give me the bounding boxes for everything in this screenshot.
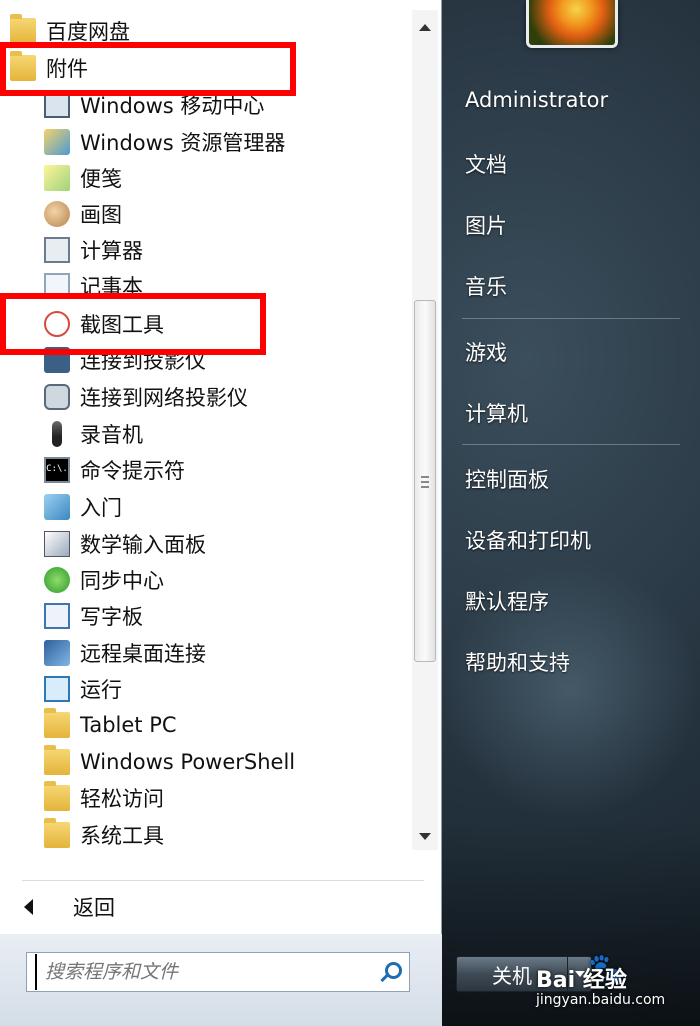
watermark-logo: Bai 经验	[536, 968, 627, 993]
sync-center-icon	[44, 567, 70, 593]
highlight-snipping-tool	[0, 293, 266, 355]
folder-icon	[44, 745, 70, 775]
program-label: 画图	[80, 203, 122, 227]
back-button[interactable]: 返回	[18, 890, 115, 924]
right-item-administrator[interactable]: Administrator	[465, 88, 608, 112]
right-item-pictures[interactable]: 图片	[465, 210, 507, 240]
paint-icon	[44, 201, 70, 227]
folder-ease-of-access[interactable]: 轻松访问	[44, 781, 164, 815]
program-network-projector[interactable]: 连接到网络投影仪	[44, 380, 248, 414]
back-label: 返回	[73, 896, 115, 920]
program-paint[interactable]: 画图	[44, 197, 122, 231]
folder-icon	[44, 818, 70, 848]
program-label: 写字板	[80, 605, 143, 629]
right-divider	[462, 318, 680, 319]
right-divider	[462, 444, 680, 445]
explorer-icon	[44, 129, 70, 155]
right-item-control-panel[interactable]: 控制面板	[465, 464, 549, 494]
program-label: 运行	[80, 678, 122, 702]
menu-divider	[22, 880, 424, 881]
highlight-accessories	[0, 42, 296, 96]
folder-icon	[10, 14, 36, 44]
run-icon	[44, 676, 70, 702]
all-programs-list: 百度网盘 附件 Windows 移动中心 Windows 资源管理器 便笺 画图…	[0, 0, 412, 858]
folder-system-tools[interactable]: 系统工具	[44, 818, 164, 852]
program-label: Windows PowerShell	[80, 750, 296, 774]
program-run[interactable]: 运行	[44, 672, 122, 706]
network-projector-icon	[44, 384, 70, 410]
program-sound-recorder[interactable]: 录音机	[44, 417, 143, 451]
search-box[interactable]	[26, 952, 410, 992]
program-label: 同步中心	[80, 569, 164, 593]
remote-desktop-icon	[44, 640, 70, 666]
search-input[interactable]	[35, 954, 375, 990]
grip-icon	[421, 476, 429, 488]
folder-tablet-pc[interactable]: Tablet PC	[44, 708, 177, 742]
command-prompt-icon: C:\.	[44, 457, 70, 483]
getting-started-icon	[44, 494, 70, 520]
scroll-down-arrow-icon[interactable]	[419, 833, 431, 840]
start-menu-programs-pane: 百度网盘 附件 Windows 移动中心 Windows 资源管理器 便笺 画图…	[0, 0, 442, 1026]
program-label: 入门	[80, 496, 122, 520]
right-item-music[interactable]: 音乐	[465, 271, 507, 301]
folder-icon	[44, 781, 70, 811]
search-area	[0, 934, 442, 1026]
scrollbar-thumb[interactable]	[414, 300, 436, 662]
microphone-icon	[52, 421, 62, 447]
program-math-input[interactable]: 数学输入面板	[44, 527, 206, 561]
scroll-up-arrow-icon[interactable]	[419, 24, 431, 31]
program-label: 连接到网络投影仪	[80, 386, 248, 410]
program-label: 录音机	[80, 423, 143, 447]
right-item-devices-printers[interactable]: 设备和打印机	[465, 525, 591, 555]
calculator-icon	[44, 237, 70, 263]
watermark-url: jingyan.baidu.com	[536, 992, 666, 1008]
right-item-default-programs[interactable]: 默认程序	[465, 586, 549, 616]
right-item-help-support[interactable]: 帮助和支持	[465, 647, 570, 677]
wordpad-icon	[44, 603, 70, 629]
program-label: 命令提示符	[80, 459, 185, 483]
program-label: 便笺	[80, 167, 122, 191]
program-sticky-notes[interactable]: 便笺	[44, 161, 122, 195]
program-remote-desktop[interactable]: 远程桌面连接	[44, 636, 206, 670]
program-label: 数学输入面板	[80, 533, 206, 557]
program-label: 计算器	[80, 239, 143, 263]
search-icon[interactable]	[375, 958, 403, 986]
folder-powershell[interactable]: Windows PowerShell	[44, 745, 295, 779]
program-calculator[interactable]: 计算器	[44, 233, 143, 267]
user-avatar[interactable]	[526, 0, 618, 48]
program-label: 轻松访问	[80, 787, 164, 811]
math-input-icon	[44, 531, 70, 557]
program-sync-center[interactable]: 同步中心	[44, 563, 164, 597]
right-item-computer[interactable]: 计算机	[465, 398, 528, 428]
programs-scrollbar[interactable]	[412, 10, 438, 850]
program-label: Tablet PC	[80, 713, 177, 737]
program-label: 远程桌面连接	[80, 642, 206, 666]
folder-icon	[44, 708, 70, 738]
right-item-games[interactable]: 游戏	[465, 337, 507, 367]
program-command-prompt[interactable]: C:\. 命令提示符	[44, 453, 185, 487]
back-arrow-icon	[24, 899, 33, 915]
program-getting-started[interactable]: 入门	[44, 490, 122, 524]
program-label: 系统工具	[80, 824, 164, 848]
program-label: Windows 资源管理器	[80, 131, 286, 155]
right-item-documents[interactable]: 文档	[465, 149, 507, 179]
program-explorer[interactable]: Windows 资源管理器	[44, 125, 285, 159]
sticky-notes-icon	[44, 165, 70, 191]
program-wordpad[interactable]: 写字板	[44, 599, 143, 633]
